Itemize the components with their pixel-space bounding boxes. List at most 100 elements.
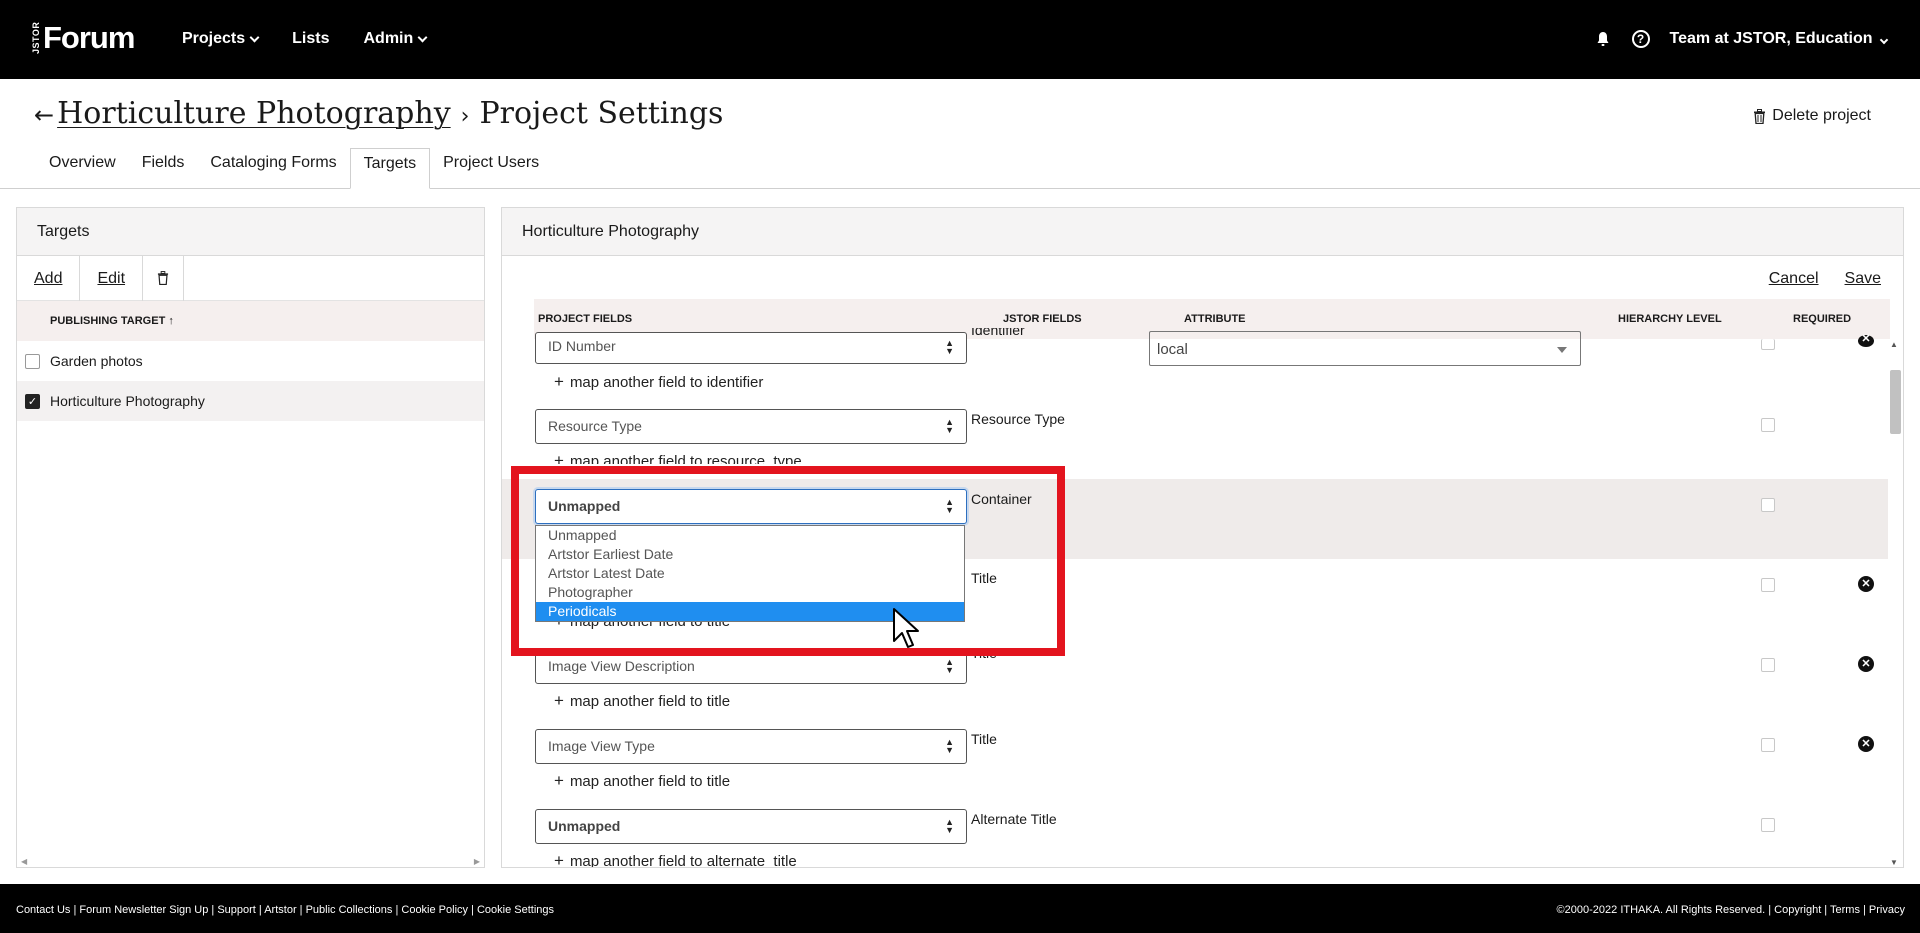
help-icon[interactable]: ? (1631, 30, 1650, 48)
edit-target-button[interactable]: Edit (80, 255, 144, 301)
delete-target-button[interactable] (143, 255, 185, 301)
logo-forum-text: Forum (43, 20, 135, 55)
link-label: map another field to alternate_title (569, 853, 797, 868)
remove-mapping-icon[interactable]: ✕ (1858, 334, 1874, 347)
back-arrow-icon[interactable]: ← (34, 101, 54, 129)
required-checkbox[interactable] (1761, 658, 1775, 672)
mouse-cursor-icon (893, 608, 919, 648)
nav-projects[interactable]: Projects (182, 30, 260, 48)
plus-icon: + (554, 451, 564, 464)
tab-project-users[interactable]: Project Users (430, 148, 552, 189)
page-title: Project Settings (479, 96, 724, 131)
nav-lists-label: Lists (292, 30, 330, 47)
link-label: map another field to resource_type (569, 453, 802, 464)
target-checkbox[interactable] (25, 353, 40, 369)
add-target-button[interactable]: Add (17, 255, 81, 301)
horizontal-scrollbar[interactable]: ◀ ▶ (17, 855, 484, 867)
forum-logo[interactable]: JSTOR Forum (31, 20, 135, 55)
project-field-select[interactable]: ID Number ▲ ▼ (535, 332, 967, 364)
scroll-left-icon[interactable]: ◀ (21, 857, 27, 866)
col-project-fields: PROJECT FIELDS (538, 313, 633, 325)
select-arrows-icon: ▲ ▼ (945, 737, 954, 755)
required-checkbox[interactable] (1761, 418, 1775, 432)
required-checkbox[interactable] (1761, 339, 1775, 350)
breadcrumb-separator: › (460, 104, 470, 129)
tab-fields[interactable]: Fields (129, 148, 198, 189)
map-another-field-link[interactable]: + map another field to title (554, 691, 730, 711)
delete-project-label: Delete project (1772, 107, 1871, 124)
map-another-field-link[interactable]: + map another field to identifier (554, 372, 763, 392)
tab-overview[interactable]: Overview (36, 148, 129, 189)
jstor-field-label: Resource Type (971, 411, 1065, 427)
map-another-field-link[interactable]: + map another field to alternate_title (554, 851, 797, 868)
remove-mapping-icon[interactable]: ✕ (1858, 656, 1874, 672)
dropdown-option[interactable]: Photographer (536, 583, 964, 602)
plus-icon: + (554, 851, 564, 868)
map-another-field-link[interactable]: + map another field to resource_type (554, 451, 802, 464)
sort-ascending-icon: ↑ (168, 315, 174, 327)
publishing-target-column-header[interactable]: PUBLISHING TARGET ↑ (17, 301, 484, 341)
project-field-select[interactable]: Image View Description ▲ ▼ (535, 649, 967, 684)
select-value: Image View Description (548, 658, 695, 674)
footer-links[interactable]: Contact Us | Forum Newsletter Sign Up | … (16, 904, 554, 916)
required-checkbox[interactable] (1761, 738, 1775, 752)
select-arrows-icon: ▲ ▼ (945, 417, 954, 435)
nav-admin-label: Admin (363, 30, 414, 47)
required-checkbox[interactable] (1761, 818, 1775, 832)
tab-targets[interactable]: Targets (349, 148, 431, 189)
col-jstor-fields: JSTOR FIELDS (1003, 313, 1082, 325)
breadcrumb: ← Horticulture Photography › Project Set… (34, 96, 723, 131)
vertical-scrollbar[interactable]: ▲ ▼ (1887, 340, 1901, 867)
breadcrumb-project-link[interactable]: Horticulture Photography (57, 96, 451, 131)
project-field-select[interactable]: Resource Type ▲ ▼ (535, 409, 967, 444)
plus-icon: + (554, 691, 564, 710)
scroll-down-icon[interactable]: ▼ (1890, 858, 1898, 867)
project-field-select-focused[interactable]: Unmapped ▲ ▼ (535, 489, 967, 524)
link-label: map another field to title (569, 693, 731, 710)
scroll-right-icon[interactable]: ▶ (474, 857, 480, 866)
col-hierarchy-level: HIERARCHY LEVEL (1618, 313, 1722, 325)
nav-admin[interactable]: Admin (363, 30, 428, 48)
map-another-field-link[interactable]: + map another field to title (554, 771, 730, 791)
user-menu[interactable]: Team at JSTOR, Education (1670, 30, 1889, 48)
logo-jstor-text: JSTOR (31, 21, 41, 54)
target-row[interactable]: Garden photos (17, 341, 484, 381)
delete-project-button[interactable]: Delete project (1753, 107, 1871, 125)
remove-mapping-icon[interactable]: ✕ (1858, 576, 1874, 592)
cancel-button[interactable]: Cancel (1769, 270, 1819, 288)
scrollbar-thumb[interactable] (1890, 370, 1901, 434)
footer-copyright[interactable]: ©2000-2022 ITHAKA. All Rights Reserved. … (1557, 904, 1905, 916)
save-button[interactable]: Save (1845, 270, 1881, 288)
chevron-down-icon (1879, 35, 1889, 45)
required-checkbox[interactable] (1761, 498, 1775, 512)
dropdown-option[interactable]: Unmapped (536, 526, 964, 545)
dropdown-option[interactable]: Artstor Earliest Date (536, 545, 964, 564)
jstor-field-label: Title (971, 570, 997, 586)
mapping-actions: Cancel Save (1769, 270, 1881, 288)
nav-projects-label: Projects (182, 30, 246, 47)
target-checkbox[interactable]: ✓ (25, 393, 40, 409)
bell-icon[interactable] (1596, 31, 1610, 47)
scroll-up-icon[interactable]: ▲ (1890, 340, 1898, 349)
select-arrows-icon: ▲ ▼ (945, 338, 954, 356)
trash-icon (1754, 108, 1766, 124)
project-field-select[interactable]: Image View Type ▲ ▼ (535, 729, 967, 764)
jstor-field-label: Identifier (971, 328, 1025, 338)
top-nav-bar: JSTOR Forum Projects Lists Admin ? Team … (0, 0, 1920, 79)
project-field-select[interactable]: Unmapped ▲ ▼ (535, 809, 967, 844)
dropdown-option[interactable]: Artstor Latest Date (536, 564, 964, 583)
required-checkbox[interactable] (1761, 578, 1775, 592)
jstor-field-label: Title (971, 731, 997, 747)
settings-tabs: Overview Fields Cataloging Forms Targets… (36, 148, 552, 189)
link-label: map another field to identifier (569, 374, 764, 391)
attribute-select[interactable]: local (1149, 331, 1581, 366)
targets-toolbar: Add Edit (17, 255, 484, 301)
target-row[interactable]: ✓ Horticulture Photography (17, 381, 484, 421)
select-arrows-icon: ▲ ▼ (945, 817, 954, 835)
target-label: Horticulture Photography (50, 393, 205, 409)
remove-mapping-icon[interactable]: ✕ (1858, 736, 1874, 752)
tab-cataloging-forms[interactable]: Cataloging Forms (197, 148, 349, 189)
nav-lists[interactable]: Lists (292, 30, 329, 48)
jstor-field-label: Title (971, 651, 997, 659)
select-arrows-icon: ▲ ▼ (945, 657, 954, 675)
